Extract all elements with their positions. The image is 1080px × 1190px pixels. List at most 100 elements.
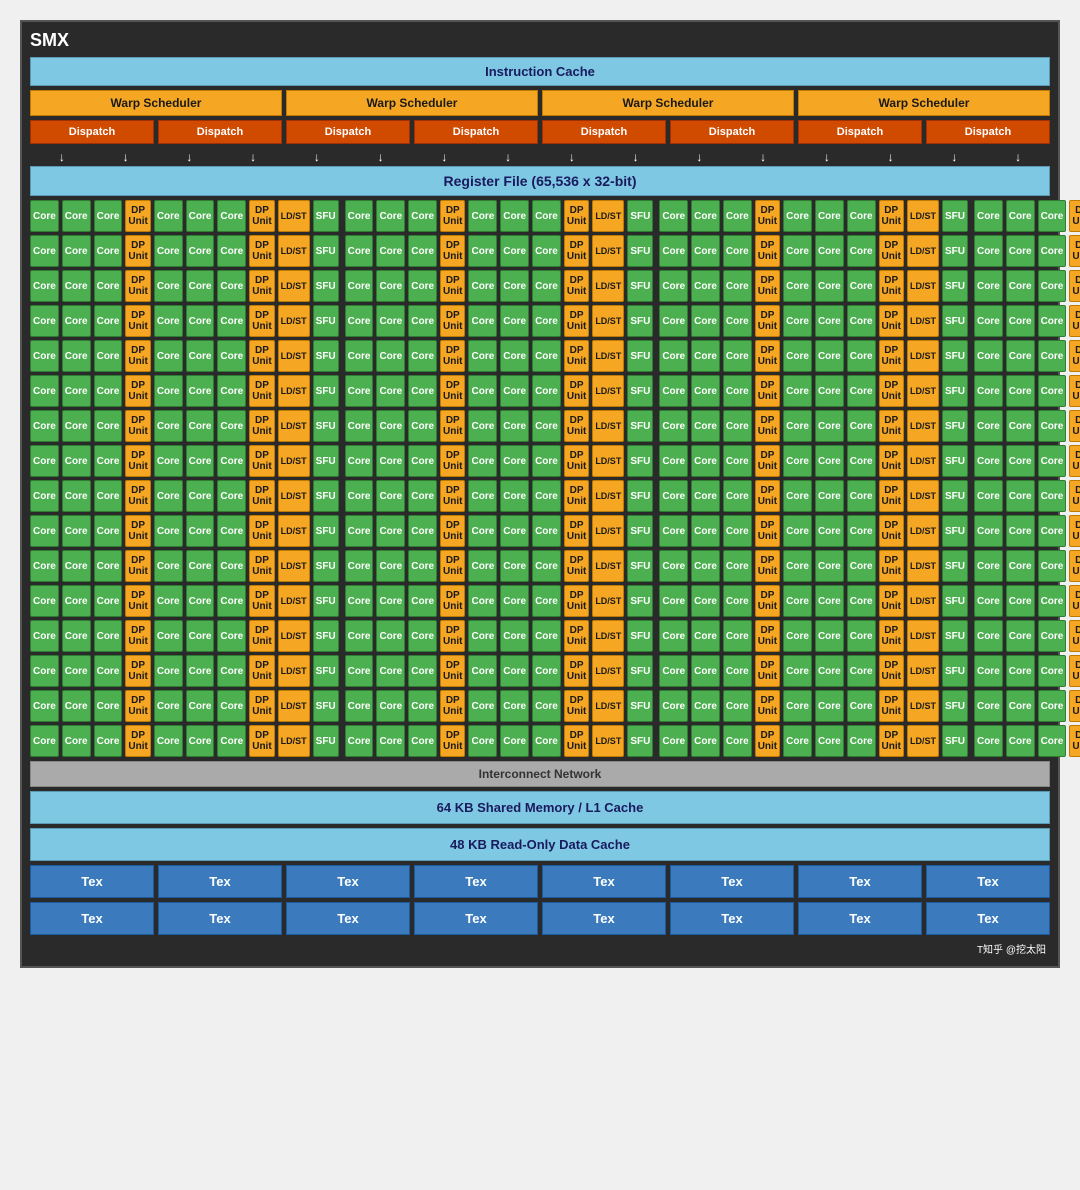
dp-unit-cell: DP Unit — [249, 655, 274, 687]
dp-unit-cell: DP Unit — [755, 725, 780, 757]
arrow-2: ↓ — [96, 150, 156, 164]
core-cell: Core — [783, 305, 812, 337]
core-cell: Core — [217, 305, 246, 337]
core-cell: Core — [376, 235, 405, 267]
sfu-cell: SFU — [313, 200, 339, 232]
dp-unit-cell: DP Unit — [755, 655, 780, 687]
core-cell: Core — [62, 305, 91, 337]
dispatch-4: Dispatch — [414, 120, 538, 144]
dp-unit-cell: DP Unit — [564, 550, 589, 582]
core-cell: Core — [691, 410, 720, 442]
dp-unit-cell: DP Unit — [1069, 270, 1080, 302]
core-cell: Core — [30, 550, 59, 582]
arrow-10: ↓ — [606, 150, 666, 164]
core-cell: Core — [186, 340, 215, 372]
tex-unit-1-6: Tex — [670, 865, 794, 898]
core-cell: Core — [186, 200, 215, 232]
core-cell: Core — [691, 515, 720, 547]
core-row-10: CoreCoreCoreDP UnitCoreCoreCoreDP UnitLD… — [30, 515, 1050, 547]
core-cell: Core — [94, 480, 123, 512]
ldst-cell: LD/ST — [907, 305, 939, 337]
core-cell: Core — [500, 305, 529, 337]
core-cell: Core — [62, 550, 91, 582]
ldst-cell: LD/ST — [907, 515, 939, 547]
core-cell: Core — [62, 200, 91, 232]
dp-unit-cell: DP Unit — [1069, 445, 1080, 477]
dp-unit-cell: DP Unit — [879, 340, 904, 372]
core-cell: Core — [659, 340, 688, 372]
core-cell: Core — [1038, 585, 1067, 617]
core-cell: Core — [783, 445, 812, 477]
sfu-cell: SFU — [627, 340, 653, 372]
dp-unit-cell: DP Unit — [879, 620, 904, 652]
dp-unit-cell: DP Unit — [1069, 515, 1080, 547]
core-cell: Core — [500, 200, 529, 232]
dp-unit-cell: DP Unit — [125, 620, 150, 652]
dp-unit-cell: DP Unit — [249, 480, 274, 512]
dp-unit-cell: DP Unit — [1069, 235, 1080, 267]
core-cell: Core — [468, 515, 497, 547]
dp-unit-cell: DP Unit — [1069, 340, 1080, 372]
dp-unit-cell: DP Unit — [879, 375, 904, 407]
sfu-cell: SFU — [942, 585, 968, 617]
dp-unit-cell: DP Unit — [249, 235, 274, 267]
core-cell: Core — [815, 410, 844, 442]
core-cell: Core — [408, 725, 437, 757]
dp-unit-cell: DP Unit — [755, 305, 780, 337]
core-cell: Core — [815, 480, 844, 512]
core-cell: Core — [815, 585, 844, 617]
core-cell: Core — [974, 690, 1003, 722]
core-cell: Core — [345, 725, 374, 757]
core-cell: Core — [1038, 690, 1067, 722]
core-cell: Core — [376, 200, 405, 232]
core-cell: Core — [1006, 515, 1035, 547]
dp-unit-cell: DP Unit — [125, 340, 150, 372]
core-cell: Core — [847, 515, 876, 547]
core-grid: CoreCoreCoreDP UnitCoreCoreCoreDP UnitLD… — [30, 200, 1050, 757]
ldst-cell: LD/ST — [907, 690, 939, 722]
tex-unit-2-4: Tex — [414, 902, 538, 935]
core-cell: Core — [94, 200, 123, 232]
core-cell: Core — [186, 375, 215, 407]
core-cell: Core — [186, 270, 215, 302]
dp-unit-cell: DP Unit — [879, 585, 904, 617]
core-cell: Core — [847, 270, 876, 302]
tex-unit-1-2: Tex — [158, 865, 282, 898]
core-cell: Core — [723, 375, 752, 407]
dp-unit-cell: DP Unit — [1069, 655, 1080, 687]
core-cell: Core — [217, 270, 246, 302]
tex-unit-2-1: Tex — [30, 902, 154, 935]
core-cell: Core — [847, 655, 876, 687]
core-cell: Core — [783, 655, 812, 687]
core-row-4: CoreCoreCoreDP UnitCoreCoreCoreDP UnitLD… — [30, 305, 1050, 337]
sfu-cell: SFU — [627, 270, 653, 302]
dp-unit-cell: DP Unit — [879, 515, 904, 547]
core-cell: Core — [659, 655, 688, 687]
core-cell: Core — [217, 550, 246, 582]
tex-unit-1-1: Tex — [30, 865, 154, 898]
core-cell: Core — [659, 375, 688, 407]
core-cell: Core — [974, 585, 1003, 617]
core-cell: Core — [408, 620, 437, 652]
ldst-cell: LD/ST — [907, 550, 939, 582]
core-cell: Core — [500, 340, 529, 372]
dp-unit-cell: DP Unit — [125, 725, 150, 757]
ldst-cell: LD/ST — [592, 375, 624, 407]
dp-unit-cell: DP Unit — [440, 305, 465, 337]
dp-unit-cell: DP Unit — [440, 655, 465, 687]
dp-unit-cell: DP Unit — [440, 410, 465, 442]
ldst-cell: LD/ST — [592, 620, 624, 652]
core-cell: Core — [468, 305, 497, 337]
core-cell: Core — [468, 655, 497, 687]
core-cell: Core — [815, 200, 844, 232]
core-cell: Core — [1038, 270, 1067, 302]
core-cell: Core — [532, 340, 561, 372]
core-cell: Core — [154, 690, 183, 722]
dp-unit-cell: DP Unit — [564, 200, 589, 232]
core-row-11: CoreCoreCoreDP UnitCoreCoreCoreDP UnitLD… — [30, 550, 1050, 582]
core-cell: Core — [186, 585, 215, 617]
core-cell: Core — [186, 620, 215, 652]
core-cell: Core — [974, 305, 1003, 337]
ldst-cell: LD/ST — [278, 375, 310, 407]
core-cell: Core — [532, 515, 561, 547]
